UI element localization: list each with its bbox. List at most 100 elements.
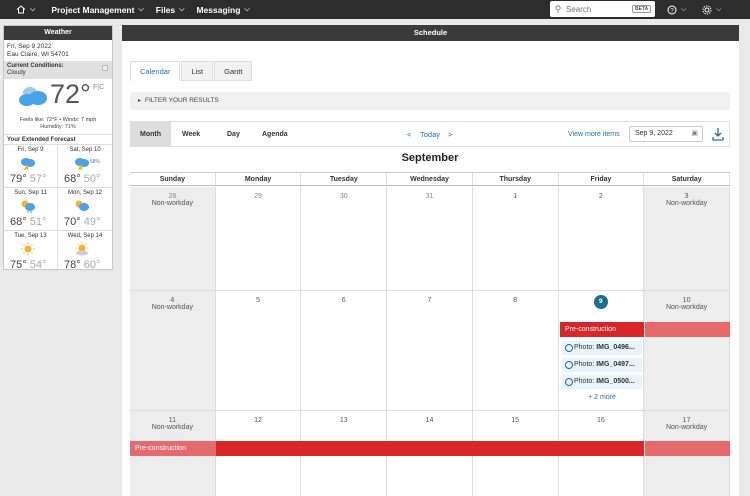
tab-list[interactable]: List (181, 61, 214, 81)
forecast-day: Wed, Sep 14 78° 60° (58, 230, 112, 273)
home-menu[interactable]: ⌵ (0, 0, 45, 19)
filter-toggle[interactable]: ▸ FILTER YOUR RESULTS (130, 92, 730, 110)
forecast-grid: Fri, Sep 9 79° 57° Sat, Sep 10 58% 68° 5… (4, 144, 112, 273)
download-icon[interactable] (712, 127, 724, 141)
forecast-day: Tue, Sep 13 75° 54° (4, 230, 58, 273)
day-number: 17 (682, 417, 691, 424)
nav-label: Project Management (51, 4, 135, 15)
search-input[interactable] (566, 4, 630, 14)
view-day-button[interactable]: Day (217, 122, 250, 147)
calendar-week: 4 Non-workday 5 6 7 8 9 10 Non-workday Pre… (130, 291, 730, 411)
current-weather: 72° F|C (4, 79, 112, 117)
date-picker-value: Sep 9, 2022 (635, 130, 673, 137)
forecast-day: Mon, Sep 12 70° 49° (58, 187, 112, 230)
photo-item[interactable]: Photo: IMG_0496... (562, 341, 642, 355)
nav-label: Messaging (196, 4, 241, 15)
photo-item[interactable]: Photo: IMG_0497... (562, 358, 642, 372)
non-workday-label: Non-workday (151, 304, 193, 311)
global-search[interactable]: ⚲ BETA (550, 1, 655, 17)
nav-project-management[interactable]: Project Management ⌵ (45, 0, 149, 19)
day-number: 3 (684, 193, 689, 200)
chevron-down-icon: ⌵ (138, 5, 144, 13)
day-number: 31 (425, 193, 434, 200)
forecast-temps: 68° 51° (10, 216, 46, 228)
partly-cloudy-icon (21, 200, 35, 213)
help-menu[interactable]: ? ⌵ (667, 0, 686, 19)
calendar-day[interactable]: 5 (216, 291, 302, 410)
calendar-day[interactable]: 28 Non-workday (130, 187, 216, 290)
photo-icon (565, 361, 573, 369)
calendar-day[interactable]: 30 (301, 187, 388, 290)
event-pre-construction-continued[interactable] (645, 322, 730, 337)
sun-icon (21, 242, 35, 256)
day-number: 8 (513, 297, 518, 304)
temp-low: 49° (83, 216, 101, 228)
humidity: Humidity: 71% (40, 124, 76, 130)
nav-files[interactable]: Files ⌵ (150, 0, 191, 19)
photo-label: Photo: (574, 344, 595, 351)
weekday-label: Thursday (473, 173, 559, 185)
more-items-link[interactable]: + 2 more (562, 394, 642, 401)
view-week-button[interactable]: Week (172, 122, 210, 147)
calendar-day[interactable]: 6 (301, 291, 388, 410)
month-title: September (401, 152, 459, 164)
next-icon[interactable]: > (448, 122, 452, 147)
schedule-tabs: Calendar List Gantt (130, 61, 253, 81)
event-pre-construction-continued[interactable] (216, 441, 644, 456)
nav-messaging[interactable]: Messaging ⌵ (190, 0, 255, 19)
forecast-day: Sat, Sep 10 58% 68° 50° (58, 144, 112, 187)
tab-calendar[interactable]: Calendar (130, 61, 181, 81)
chevron-down-icon: ⌵ (30, 5, 36, 13)
weekday-label: Sunday (130, 173, 216, 185)
day-number: 1 (513, 193, 518, 200)
feels-like: Feels like: 72°F • Winds: 7 mph (19, 117, 97, 123)
day-number: 15 (511, 417, 520, 424)
unit-toggle[interactable]: F|C (93, 84, 104, 91)
view-month-button[interactable]: Month (130, 122, 171, 147)
calendar-day[interactable]: 8 (473, 291, 559, 410)
chevron-down-icon: ⌵ (179, 5, 185, 13)
view-agenda-button[interactable]: Agenda (252, 122, 298, 147)
event-pre-construction[interactable]: Pre-construction (560, 322, 644, 337)
previous-icon[interactable]: < (407, 122, 411, 147)
day-number: 28 (168, 193, 177, 200)
tab-gantt[interactable]: Gantt (214, 61, 253, 81)
forecast-temps: 70° 49° (64, 216, 100, 228)
cloud-icon (19, 87, 47, 106)
help-icon: ? (667, 5, 677, 14)
calendar-day[interactable]: 29 (216, 187, 302, 290)
calendar-day[interactable]: 7 (387, 291, 473, 410)
weather-details: Feels like: 72°F • Winds: 7 mph Humidity… (4, 117, 112, 131)
calendar-day[interactable]: 10 Non-workday (644, 291, 730, 410)
event-pre-construction-continued[interactable] (645, 441, 730, 456)
calendar-day[interactable]: 31 (387, 187, 473, 290)
calendar-day[interactable]: 4 Non-workday (130, 291, 216, 410)
weekday-label: Wednesday (387, 173, 473, 185)
forecast-temps: 75° 54° (10, 259, 46, 271)
conditions-label: Current Conditions: (7, 63, 64, 69)
today-button[interactable]: Today (420, 122, 440, 147)
photo-icon (565, 378, 573, 386)
chevron-down-icon: ⌵ (716, 5, 722, 13)
collapse-toggle[interactable] (102, 65, 108, 71)
forecast-day-label: Fri, Sep 9 (17, 147, 44, 153)
partly-cloudy-icon (75, 200, 89, 211)
temp-low: 57° (29, 173, 47, 185)
non-workday-label: Non-workday (665, 304, 708, 311)
date-picker[interactable]: Sep 9, 2022 ▣ (629, 126, 703, 142)
settings-menu[interactable]: ⌵ (702, 0, 721, 19)
temp-low: 60° (83, 259, 101, 271)
calendar-day[interactable]: 1 (473, 187, 559, 290)
extended-forecast-label: Your Extended Forecast (4, 134, 112, 144)
home-icon (16, 5, 26, 14)
caret-right-icon: ▸ (138, 98, 142, 104)
view-more-link[interactable]: View more items (568, 122, 620, 147)
calendar-day[interactable]: 3 Non-workday (644, 187, 730, 290)
day-number: 6 (341, 297, 346, 304)
photo-item[interactable]: Photo: IMG_0500... (562, 375, 642, 389)
event-pre-construction[interactable]: Pre-construction (130, 441, 216, 456)
non-workday-label: Non-workday (665, 424, 708, 431)
calendar-day[interactable]: 2 (559, 187, 645, 290)
nav-label: Files (155, 4, 176, 15)
temp-high: 68° (10, 216, 27, 228)
